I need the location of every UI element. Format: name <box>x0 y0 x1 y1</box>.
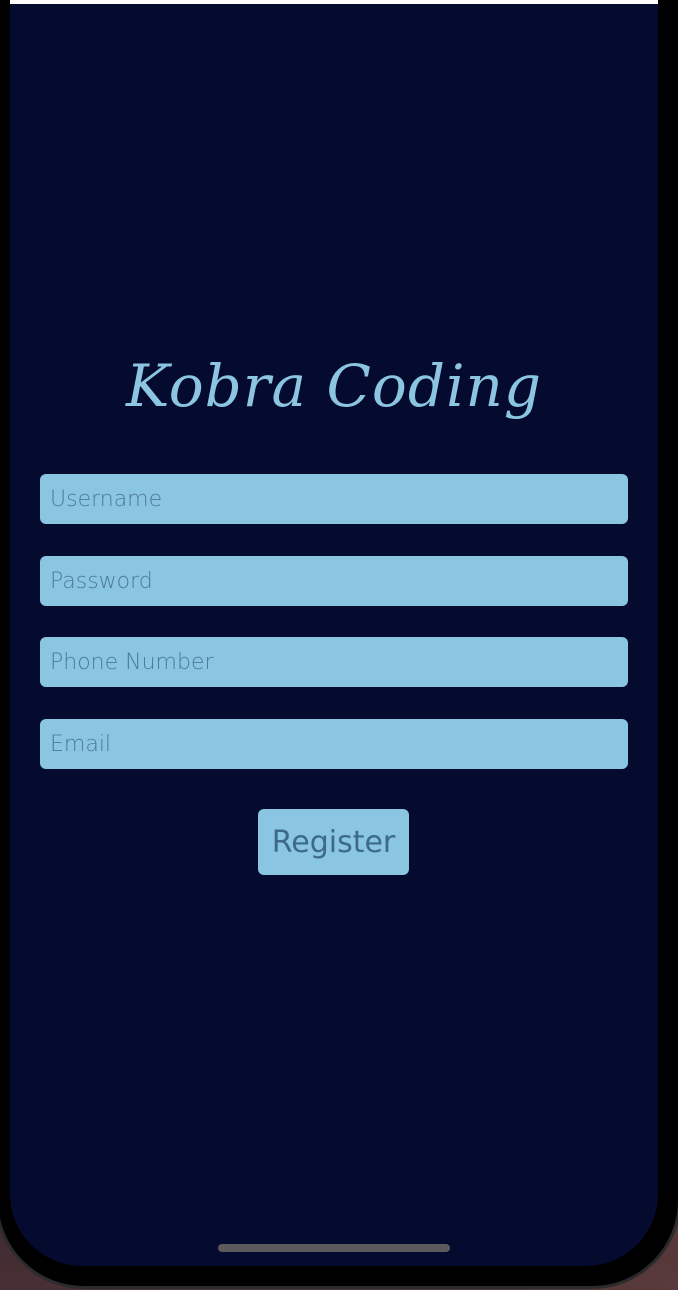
status-bar-strip <box>10 0 658 4</box>
email-field[interactable] <box>40 719 628 769</box>
app-screen: Kobra Coding Register <box>10 0 658 1266</box>
username-field[interactable] <box>40 474 628 524</box>
password-field[interactable] <box>40 556 628 606</box>
register-button[interactable]: Register <box>258 809 409 875</box>
home-indicator[interactable] <box>218 1244 450 1252</box>
username-input[interactable] <box>50 474 628 524</box>
phone-number-input[interactable] <box>50 637 628 687</box>
app-title: Kobra Coding <box>125 352 543 420</box>
email-input[interactable] <box>50 719 628 769</box>
phone-number-field[interactable] <box>40 637 628 687</box>
password-input[interactable] <box>50 556 628 606</box>
